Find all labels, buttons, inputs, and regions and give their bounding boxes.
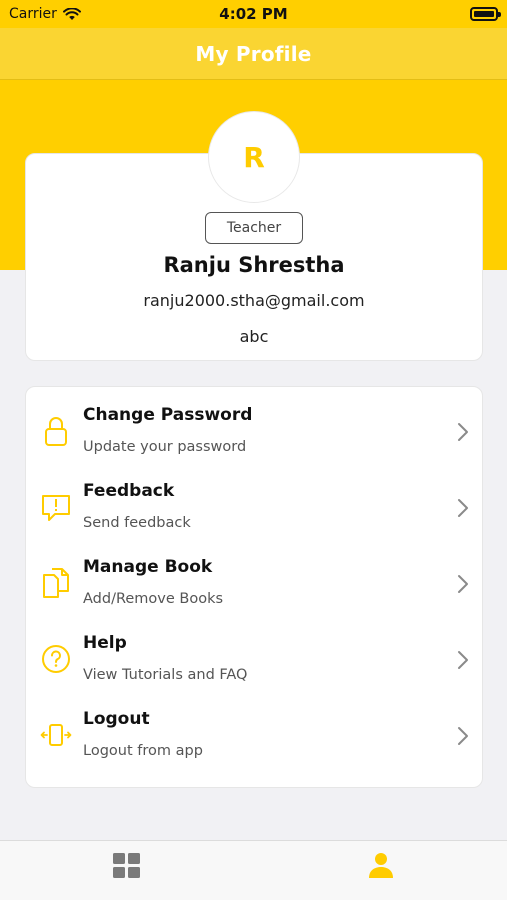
feedback-icon bbox=[42, 495, 70, 521]
navigation-bar: My Profile bbox=[0, 28, 507, 80]
menu-item-logout[interactable]: Logout Logout from app bbox=[26, 691, 484, 767]
menu-item-title: Help bbox=[83, 633, 127, 653]
menu-item-subtitle: Add/Remove Books bbox=[83, 591, 224, 607]
menu-item-subtitle: View Tutorials and FAQ bbox=[83, 667, 248, 683]
menu-item-title: Manage Book bbox=[83, 557, 213, 577]
chevron-right-icon bbox=[458, 651, 468, 669]
chevron-right-icon bbox=[458, 499, 468, 517]
lock-icon bbox=[45, 417, 67, 446]
tab-bar bbox=[0, 840, 507, 900]
status-time: 4:02 PM bbox=[219, 5, 288, 23]
documents-icon bbox=[43, 568, 69, 598]
role-badge: Teacher bbox=[205, 212, 303, 244]
menu-item-help[interactable]: Help View Tutorials and FAQ bbox=[26, 615, 484, 691]
page-title: My Profile bbox=[195, 41, 312, 66]
user-extra: abc bbox=[239, 327, 269, 346]
menu-item-manage-book[interactable]: Manage Book Add/Remove Books bbox=[26, 539, 484, 615]
grid-icon[interactable] bbox=[111, 851, 143, 881]
menu-item-change-password[interactable]: Change Password Update your password bbox=[26, 387, 484, 463]
person-icon[interactable] bbox=[365, 851, 397, 881]
user-name: Ranju Shrestha bbox=[163, 253, 345, 277]
chevron-right-icon bbox=[458, 727, 468, 745]
avatar: R bbox=[208, 111, 300, 203]
menu-item-title: Change Password bbox=[83, 405, 253, 425]
user-email: ranju2000.stha@gmail.com bbox=[143, 291, 365, 310]
status-bar: Carrier 4:02 PM bbox=[0, 0, 507, 28]
settings-menu: Change Password Update your password Fee… bbox=[25, 386, 483, 788]
menu-item-title: Feedback bbox=[83, 481, 175, 501]
menu-item-subtitle: Send feedback bbox=[83, 515, 191, 531]
menu-item-subtitle: Update your password bbox=[83, 439, 247, 455]
help-icon bbox=[42, 645, 70, 673]
menu-item-feedback[interactable]: Feedback Send feedback bbox=[26, 463, 484, 539]
menu-item-subtitle: Logout from app bbox=[83, 743, 203, 759]
chevron-right-icon bbox=[458, 575, 468, 593]
avatar-initial: R bbox=[243, 140, 265, 174]
chevron-right-icon bbox=[458, 423, 468, 441]
logout-icon bbox=[40, 724, 72, 746]
menu-item-title: Logout bbox=[83, 709, 150, 729]
battery-icon bbox=[470, 7, 501, 21]
